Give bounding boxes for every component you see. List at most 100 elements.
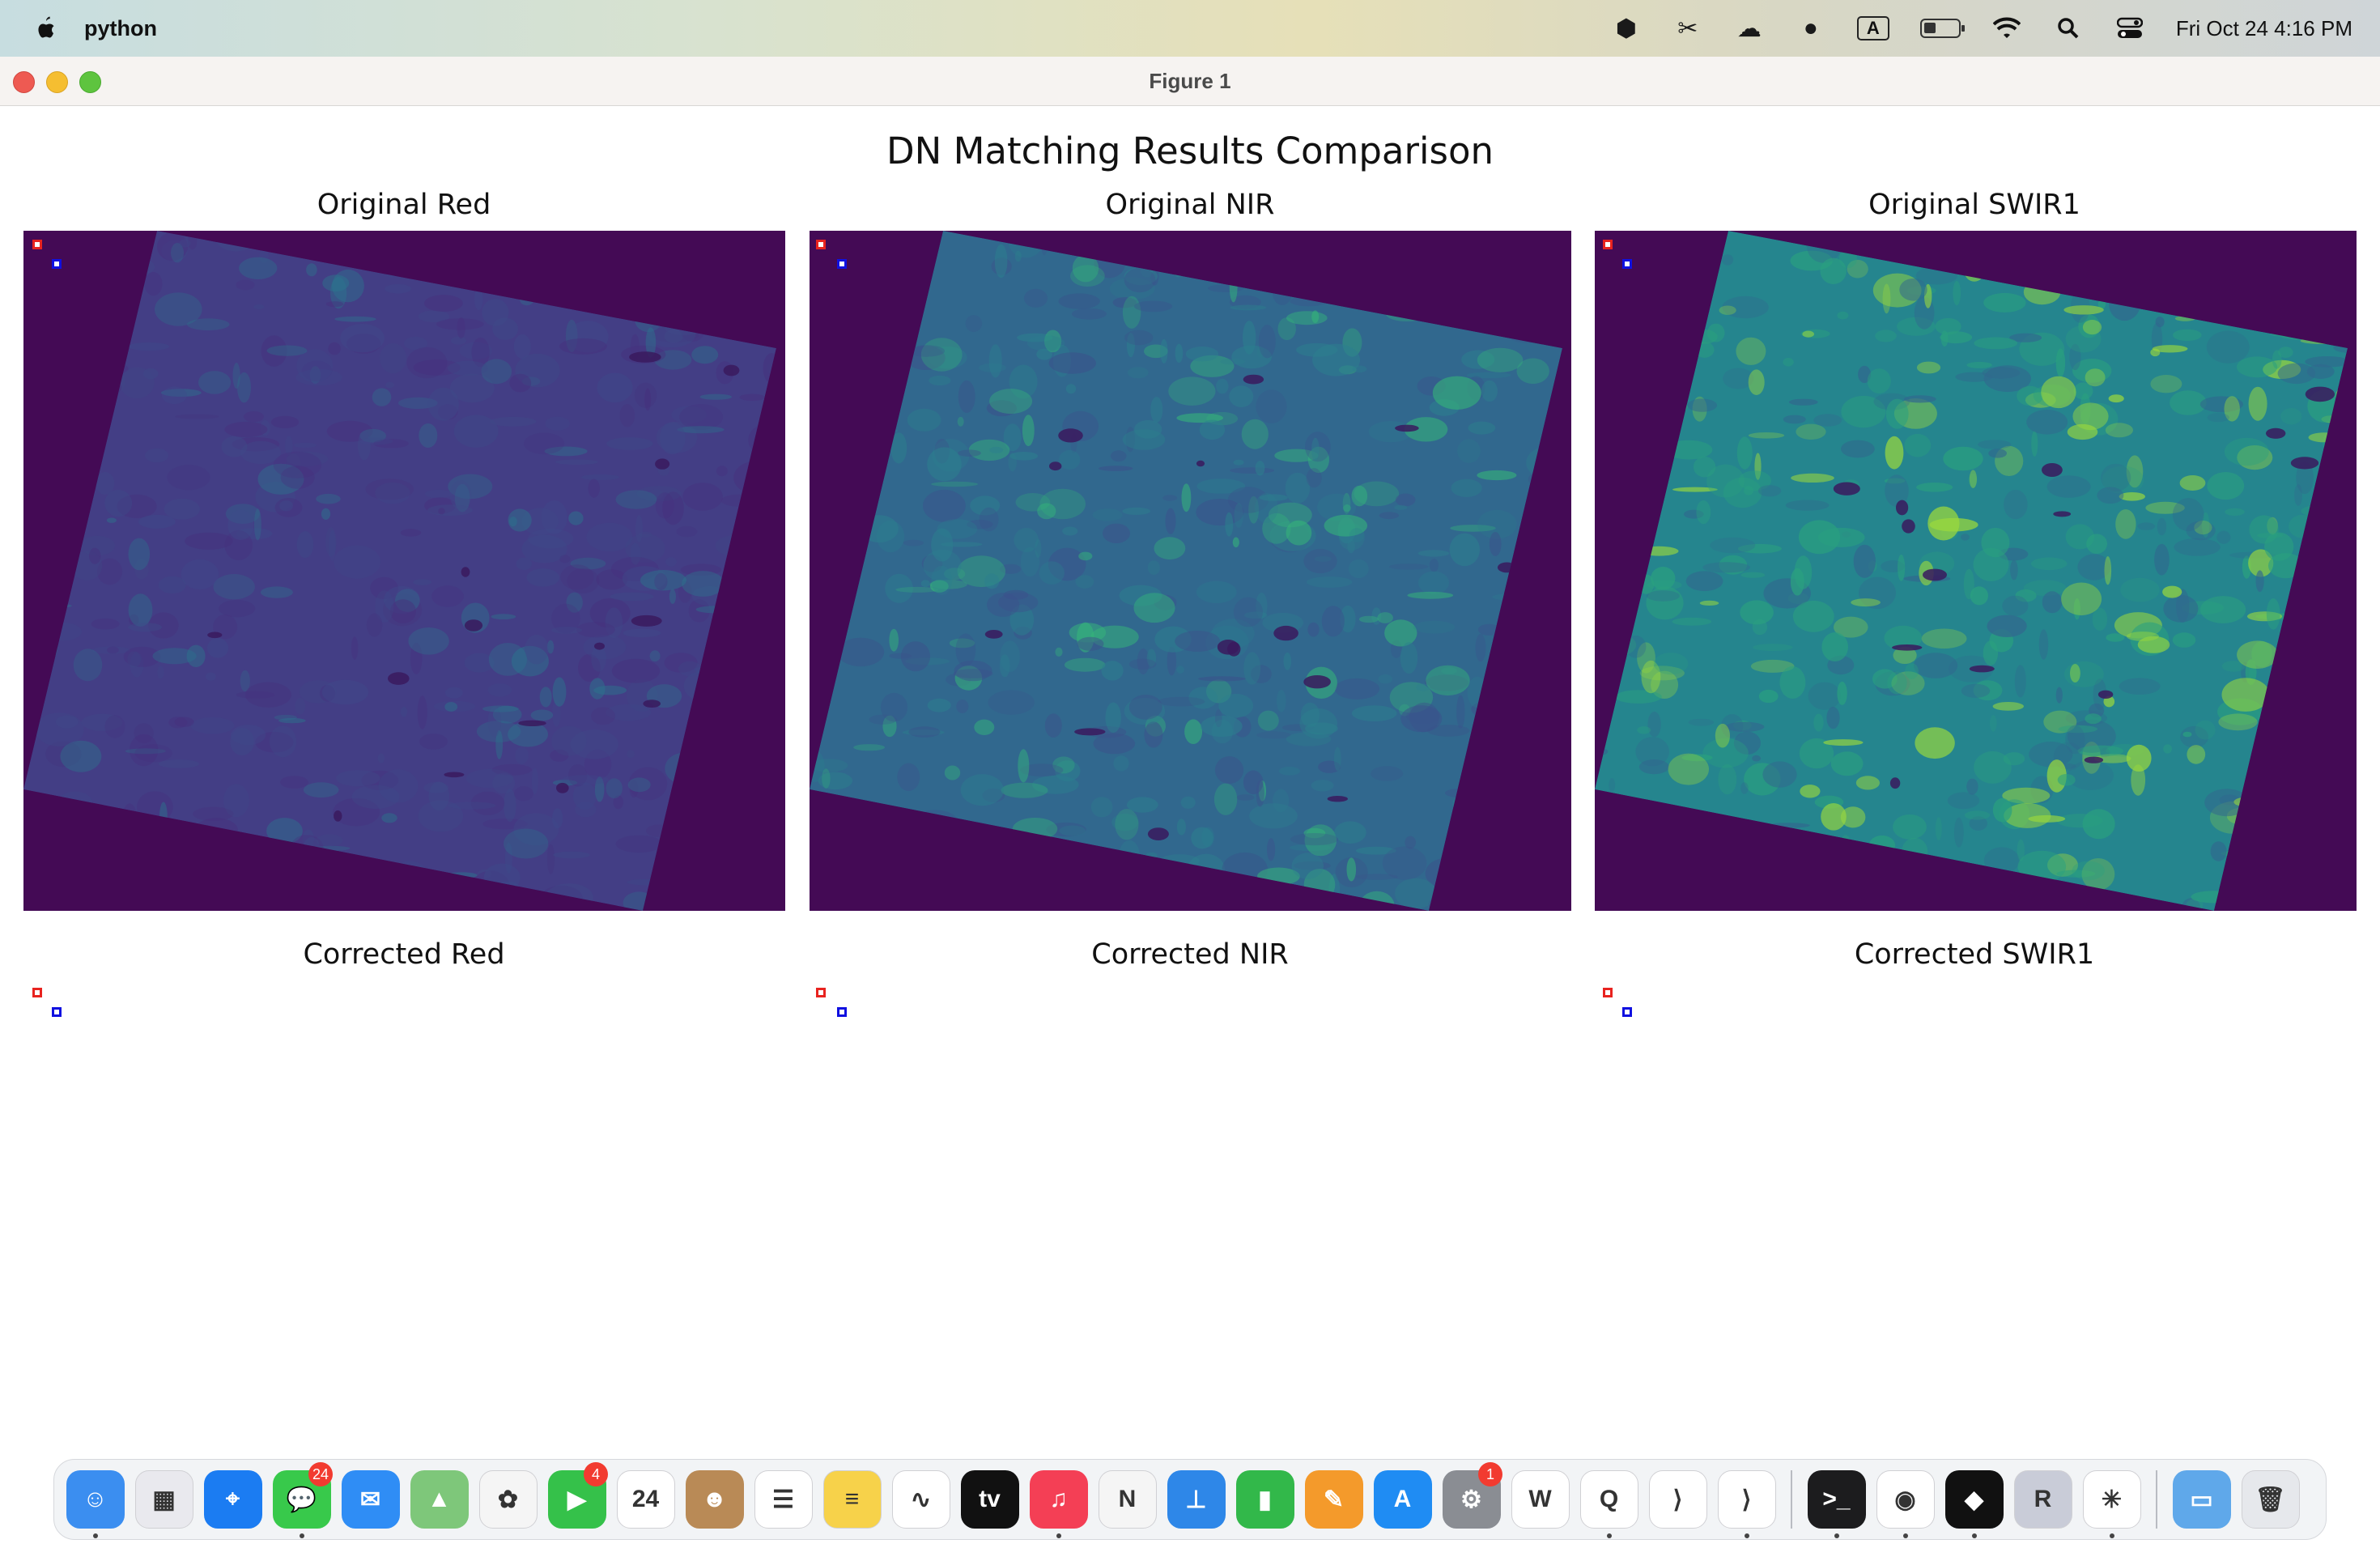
dock-item[interactable]: ≡ bbox=[818, 1459, 886, 1540]
pages-icon[interactable]: ✎ bbox=[1304, 1470, 1363, 1529]
dock-item[interactable]: ⟩ bbox=[1712, 1459, 1781, 1540]
marker-a-corrected-red bbox=[32, 988, 42, 997]
notification-badge: 4 bbox=[584, 1462, 608, 1486]
running-indicator bbox=[1902, 1533, 1908, 1538]
mail-icon[interactable]: ✉ bbox=[341, 1470, 400, 1529]
panel-title-corrected-red: Corrected Red bbox=[303, 938, 505, 971]
dock-item[interactable]: ✿ bbox=[474, 1459, 542, 1540]
dock-item[interactable]: ◆ bbox=[1940, 1459, 2008, 1540]
marker-b-original-nir bbox=[837, 259, 847, 269]
dock-item[interactable]: tv bbox=[955, 1459, 1024, 1540]
r-icon[interactable]: R bbox=[2013, 1470, 2072, 1529]
user-icon[interactable]: ● bbox=[1796, 13, 1826, 44]
wifi-icon[interactable] bbox=[1991, 13, 2022, 44]
numbers-icon[interactable]: ▮ bbox=[1235, 1470, 1294, 1529]
control-center-icon[interactable] bbox=[2114, 13, 2145, 44]
dock-item[interactable]: ⟩ bbox=[1643, 1459, 1712, 1540]
word-icon[interactable]: W bbox=[1511, 1470, 1570, 1529]
box-icon[interactable]: ⬢ bbox=[1611, 13, 1642, 44]
downloads-folder-icon[interactable]: ▭ bbox=[2172, 1470, 2231, 1529]
dock-item[interactable]: ◉ bbox=[1871, 1459, 1940, 1540]
notes-icon[interactable]: ≡ bbox=[822, 1470, 882, 1529]
zoom-window-button[interactable] bbox=[79, 71, 101, 93]
scene-raster bbox=[1595, 231, 2348, 911]
minimize-window-button[interactable] bbox=[46, 71, 68, 93]
dock-item[interactable]: ♫ bbox=[1024, 1459, 1093, 1540]
terminal-icon[interactable]: >_ bbox=[1807, 1470, 1866, 1529]
marker-b-corrected-swir1 bbox=[1622, 1007, 1632, 1017]
menu-bar-clock[interactable]: Fri Oct 24 4:16 PM bbox=[2176, 16, 2352, 41]
panel-title-original-nir: Original NIR bbox=[1105, 189, 1275, 221]
app-menu-name[interactable]: python bbox=[84, 16, 157, 41]
qgis-icon[interactable]: Q bbox=[1579, 1470, 1638, 1529]
dock-item[interactable]: ∿ bbox=[886, 1459, 955, 1540]
status-items: ⬢ ✂ ☁ ● A Fri Oct 24 4:16 PM bbox=[1611, 0, 2352, 57]
dock-item[interactable]: 24 bbox=[611, 1459, 680, 1540]
original-swir1-image[interactable] bbox=[1595, 231, 2357, 911]
calendar-icon[interactable]: 24 bbox=[616, 1470, 675, 1529]
dock-item[interactable]: Q bbox=[1575, 1459, 1643, 1540]
dock-item[interactable]: ⌖ bbox=[198, 1459, 267, 1540]
finder-icon[interactable]: ☺ bbox=[66, 1470, 125, 1529]
dock-separator bbox=[1791, 1470, 1792, 1529]
python-launcher-icon[interactable]: ✳ bbox=[2082, 1470, 2141, 1529]
window-controls bbox=[13, 71, 101, 93]
photos-icon[interactable]: ✿ bbox=[478, 1470, 538, 1529]
dock-item[interactable]: R bbox=[2008, 1459, 2077, 1540]
dock-item[interactable]: ☰ bbox=[749, 1459, 818, 1540]
apple-tv-icon[interactable]: tv bbox=[960, 1470, 1019, 1529]
dock-item[interactable]: >_ bbox=[1802, 1459, 1871, 1540]
tools-icon[interactable]: ✂ bbox=[1672, 13, 1703, 44]
dock-item[interactable]: ▶ 4 bbox=[542, 1459, 611, 1540]
dock-item[interactable]: ▲ bbox=[405, 1459, 474, 1540]
dock-item[interactable]: ✳ bbox=[2077, 1459, 2146, 1540]
dock-item[interactable]: ☺ bbox=[61, 1459, 130, 1540]
dock-item[interactable]: N bbox=[1093, 1459, 1162, 1540]
dock: ☺ ▦ ⌖ 💬 24 ✉ ▲ ✿ ▶ 4 24 ☻ ☰ ≡ ∿ tv ♫ N ⊥ ▮ ✎ A ⚙ 1 W Q ⟩ ⟩ >_ ◉ ◆ R ✳ ▭ 🗑 bbox=[53, 1459, 2327, 1540]
marker-a-original-swir1 bbox=[1603, 240, 1613, 249]
trash-icon[interactable]: 🗑 bbox=[2241, 1470, 2300, 1529]
dock-item[interactable]: ▭ bbox=[2167, 1459, 2236, 1540]
marker-b-corrected-nir bbox=[837, 1007, 847, 1017]
contacts-icon[interactable]: ☻ bbox=[685, 1470, 744, 1529]
news-icon[interactable]: N bbox=[1098, 1470, 1157, 1529]
marker-a-original-red bbox=[32, 240, 42, 249]
menu-bar: python ⬢ ✂ ☁ ● A Fri Oct 24 4:16 PM bbox=[0, 0, 2380, 57]
dock-item[interactable]: ✉ bbox=[336, 1459, 405, 1540]
vscode-icon[interactable]: ⟩ bbox=[1648, 1470, 1707, 1529]
search-icon[interactable] bbox=[2053, 13, 2084, 44]
safari-icon[interactable]: ⌖ bbox=[203, 1470, 262, 1529]
dock-item[interactable]: ☻ bbox=[680, 1459, 749, 1540]
original-red-image[interactable] bbox=[23, 231, 785, 911]
dock-item[interactable]: ▦ bbox=[130, 1459, 198, 1540]
freeform-icon[interactable]: ∿ bbox=[891, 1470, 950, 1529]
dock-item[interactable]: 💬 24 bbox=[267, 1459, 336, 1540]
dock-item[interactable]: W bbox=[1506, 1459, 1575, 1540]
dock-item[interactable]: ✎ bbox=[1299, 1459, 1368, 1540]
launchpad-icon[interactable]: ▦ bbox=[134, 1470, 193, 1529]
chrome-icon[interactable]: ◉ bbox=[1876, 1470, 1935, 1529]
window-title-bar[interactable]: Figure 1 bbox=[0, 57, 2380, 106]
reminders-icon[interactable]: ☰ bbox=[754, 1470, 813, 1529]
close-window-button[interactable] bbox=[13, 71, 35, 93]
marker-b-original-swir1 bbox=[1622, 259, 1632, 269]
dock-separator bbox=[2156, 1470, 2157, 1529]
music-icon[interactable]: ♫ bbox=[1029, 1470, 1088, 1529]
dock-item[interactable]: ⚙ 1 bbox=[1437, 1459, 1506, 1540]
creative-cloud-icon[interactable]: ☁ bbox=[1734, 13, 1765, 44]
marker-a-corrected-nir bbox=[816, 988, 826, 997]
dock-item[interactable]: 🗑 bbox=[2236, 1459, 2305, 1540]
keynote-icon[interactable]: ⊥ bbox=[1167, 1470, 1226, 1529]
input-source-icon[interactable]: A bbox=[1856, 16, 1889, 40]
maps-icon[interactable]: ▲ bbox=[410, 1470, 469, 1529]
dock-item[interactable]: ▮ bbox=[1230, 1459, 1299, 1540]
battery-icon[interactable] bbox=[1919, 19, 1965, 38]
app-store-icon[interactable]: A bbox=[1373, 1470, 1432, 1529]
dock-item[interactable]: A bbox=[1368, 1459, 1437, 1540]
panel-title-corrected-swir1: Corrected SWIR1 bbox=[1854, 938, 2095, 971]
vscode-insiders-icon[interactable]: ⟩ bbox=[1717, 1470, 1776, 1529]
apple-menu-icon[interactable] bbox=[32, 14, 58, 43]
cube-app-icon[interactable]: ◆ bbox=[1944, 1470, 2004, 1529]
original-nir-image[interactable] bbox=[810, 231, 1571, 911]
dock-item[interactable]: ⊥ bbox=[1162, 1459, 1230, 1540]
